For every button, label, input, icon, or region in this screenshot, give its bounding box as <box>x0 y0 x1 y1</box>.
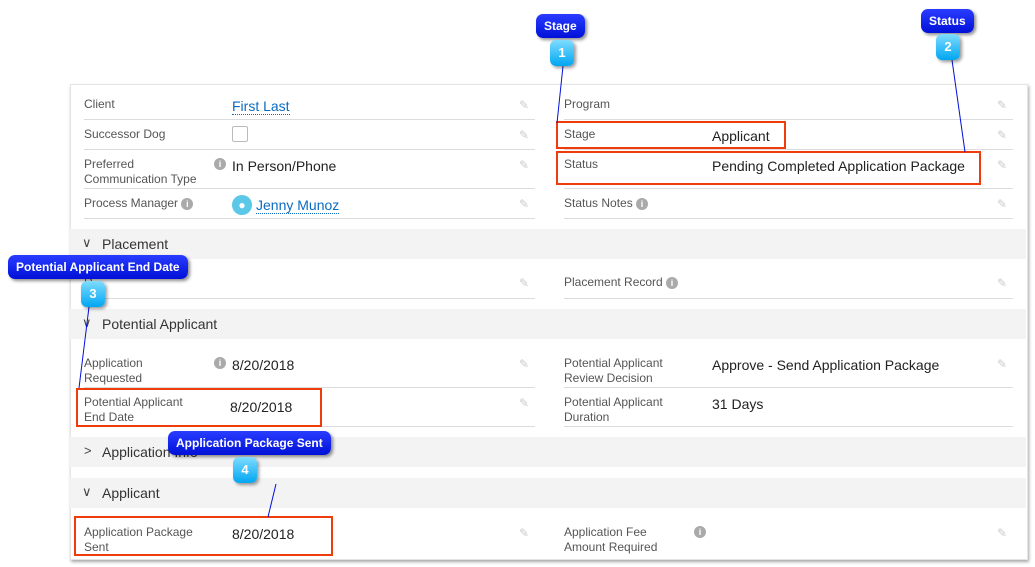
callout-leader-lines <box>78 59 966 518</box>
callout-label-status: Status <box>921 9 974 33</box>
callout-label-package-sent: Application Package Sent <box>168 431 331 455</box>
callout-label-end-date: Potential Applicant End Date <box>8 255 188 279</box>
callout-number-1: 1 <box>550 40 574 66</box>
callout-number-2: 2 <box>936 34 960 60</box>
callout-label-stage: Stage <box>536 14 585 38</box>
callout-number-3: 3 <box>81 281 105 307</box>
callout-number-4: 4 <box>233 457 257 483</box>
